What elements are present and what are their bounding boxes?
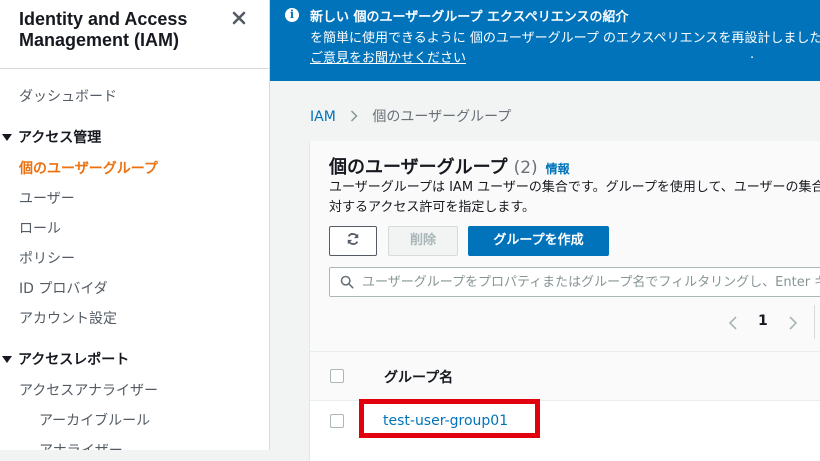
search-box <box>329 267 820 297</box>
caret-down-icon <box>2 134 12 141</box>
sidebar-section-label: アクセスレポート <box>18 352 130 368</box>
breadcrumb-current: 個のユーザーグループ <box>372 109 512 125</box>
banner-title: 新しい 個のユーザーグループ エクスペリエンスの紹介 <box>310 10 629 25</box>
group-count: (2) <box>513 158 538 178</box>
chevron-right-icon[interactable] <box>788 316 798 330</box>
refresh-icon <box>347 233 359 245</box>
sidebar: Identity and Access Management (IAM) ダッシ… <box>0 0 270 450</box>
refresh-button[interactable] <box>329 226 377 256</box>
sidebar-header: Identity and Access Management (IAM) <box>0 0 269 69</box>
table-header: グループ名 <box>310 352 820 401</box>
info-icon: i <box>285 8 299 22</box>
sidebar-section-access-management[interactable]: アクセス管理 <box>0 127 101 147</box>
close-icon[interactable] <box>231 10 247 26</box>
breadcrumb-iam[interactable]: IAM <box>310 109 336 125</box>
sidebar-item-analyzers[interactable]: アナライザー <box>39 440 123 450</box>
sidebar-item-user-groups[interactable]: 個のユーザーグループ <box>19 158 158 178</box>
search-icon <box>340 275 354 289</box>
create-group-button[interactable]: グループを作成 <box>468 226 609 256</box>
page-title: 個のユーザーグループ (2) 情報 <box>329 153 570 179</box>
select-all-checkbox[interactable] <box>330 369 344 383</box>
column-header-group-name[interactable]: グループ名 <box>384 367 453 387</box>
info-link[interactable]: 情報 <box>546 162 570 176</box>
banner-link-suffix: . <box>750 47 755 62</box>
delete-button[interactable]: 削除 <box>388 226 458 256</box>
sidebar-item-dashboard[interactable]: ダッシュボード <box>19 86 117 106</box>
sidebar-item-roles[interactable]: ロール <box>19 218 61 238</box>
panel-title: 個のユーザーグループ <box>329 157 508 178</box>
search-input[interactable] <box>362 272 820 292</box>
sidebar-item-account-settings[interactable]: アカウント設定 <box>19 308 117 328</box>
sidebar-item-users[interactable]: ユーザー <box>19 188 75 208</box>
sidebar-section-label: アクセス管理 <box>18 130 102 146</box>
sidebar-title: Identity and Access Management (IAM) <box>19 9 188 50</box>
banner-text: を簡単に使用できるように 個のユーザーグループ のエクスペリエンスを再設計しまし… <box>310 31 820 46</box>
panel-description: ユーザーグループは IAM ユーザーの集合です。グループを使用して、ユーザーの集… <box>329 180 820 215</box>
sidebar-item-identity-providers[interactable]: ID プロバイダ <box>19 278 108 298</box>
chevron-left-icon[interactable] <box>728 316 738 330</box>
panel-header: 個のユーザーグループ (2) 情報 ユーザーグループは IAM ユーザーの集合です。… <box>310 141 820 352</box>
highlight-box <box>359 399 540 438</box>
row-checkbox[interactable] <box>330 414 344 428</box>
pagination-divider <box>814 305 815 339</box>
sidebar-item-archive-rules[interactable]: アーカイブルール <box>39 410 150 430</box>
feedback-link[interactable]: ご意見をお聞かせください <box>310 47 466 66</box>
sidebar-section-access-reports[interactable]: アクセスレポート <box>0 349 129 369</box>
info-banner: i 新しい 個のユーザーグループ エクスペリエンスの紹介 を簡単に使用できるよう… <box>270 0 820 81</box>
sidebar-item-access-analyzer[interactable]: アクセスアナライザー <box>19 380 158 400</box>
caret-down-icon <box>2 356 12 363</box>
chevron-right-icon <box>350 110 362 125</box>
current-page[interactable]: 1 <box>758 313 768 329</box>
sidebar-item-policies[interactable]: ポリシー <box>19 248 75 268</box>
breadcrumb: IAM 個のユーザーグループ <box>310 106 511 126</box>
